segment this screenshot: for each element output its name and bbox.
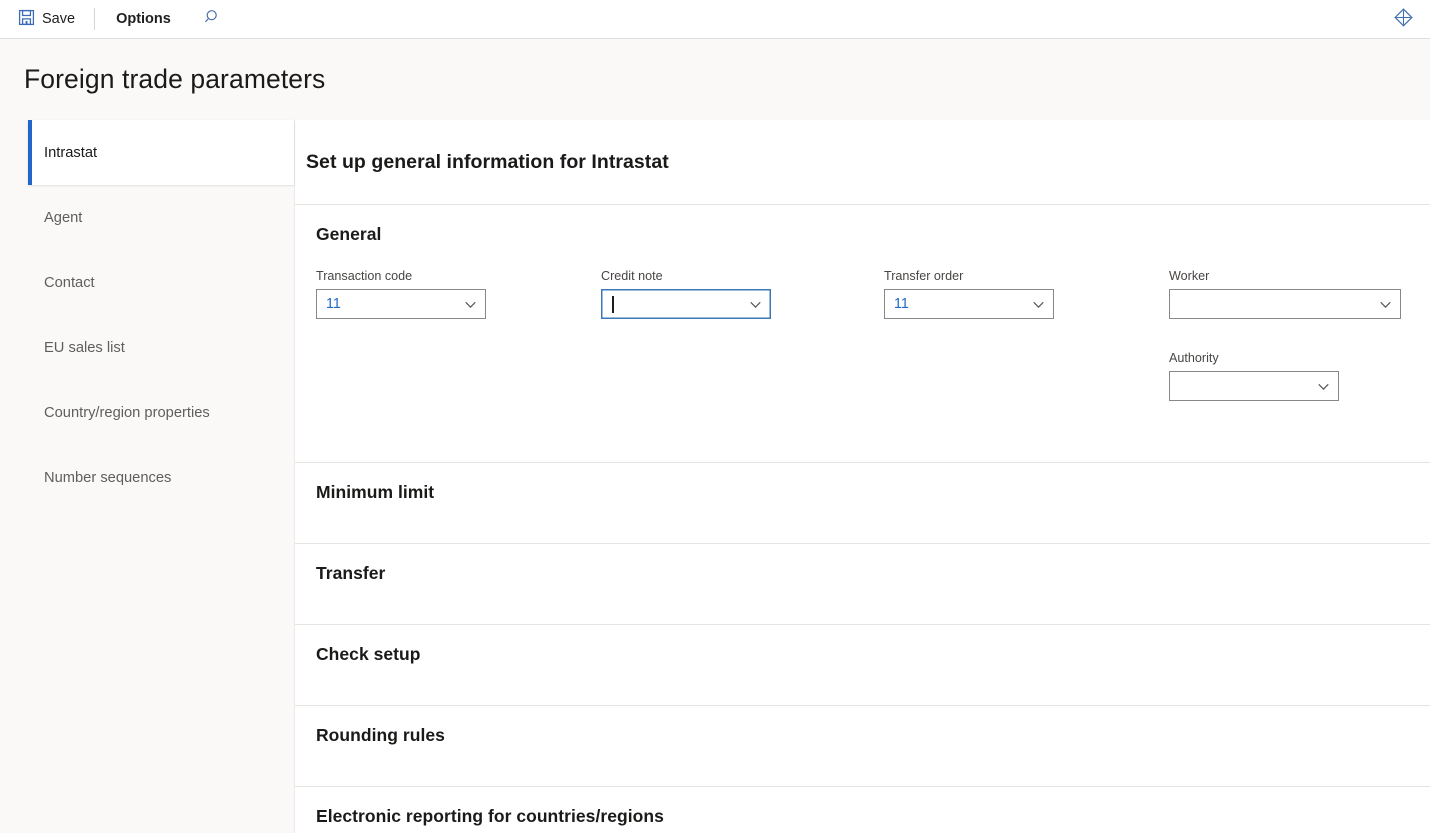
chevron-down-icon[interactable]: [1312, 380, 1334, 393]
text-caret: [612, 295, 614, 313]
field-transaction-code: Transaction code 11: [316, 268, 601, 401]
section-electronic-reporting-header[interactable]: Electronic reporting for countries/regio…: [306, 787, 1430, 833]
search-icon: [204, 8, 222, 31]
transfer-order-value: 11: [894, 296, 909, 312]
section-minimum-limit-header[interactable]: Minimum limit: [306, 463, 1430, 522]
transfer-order-input[interactable]: 11: [884, 289, 1054, 319]
field-label: Credit note: [601, 269, 663, 283]
section-general-header[interactable]: General: [306, 205, 1430, 245]
sidebar: Intrastat Agent Contact EU sales list Co…: [0, 120, 295, 833]
save-floppy-icon: [18, 9, 35, 30]
section-check-setup-header[interactable]: Check setup: [306, 625, 1430, 684]
field-credit-note: Credit note: [601, 268, 884, 401]
section-rounding-rules-header[interactable]: Rounding rules: [306, 706, 1430, 765]
field-group-worker-authority: Worker Authority: [1169, 268, 1429, 401]
field-authority: Authority: [1169, 350, 1429, 401]
sidebar-item-contact[interactable]: Contact: [0, 250, 294, 315]
field-worker: Worker: [1169, 268, 1429, 319]
save-button-label: Save: [42, 11, 76, 27]
field-label: Authority: [1169, 351, 1219, 365]
sidebar-item-intrastat[interactable]: Intrastat: [28, 120, 294, 185]
sidebar-item-agent[interactable]: Agent: [0, 185, 294, 250]
authority-input[interactable]: [1169, 371, 1339, 401]
sidebar-item-label: Intrastat: [44, 144, 98, 161]
main-content: Set up general information for Intrastat…: [295, 120, 1430, 833]
section-electronic-reporting: Electronic reporting for countries/regio…: [295, 786, 1430, 833]
options-button[interactable]: Options: [104, 4, 183, 35]
transaction-code-input[interactable]: 11: [316, 289, 486, 319]
field-label: Transaction code: [316, 269, 413, 283]
field-label: Worker: [1169, 269, 1210, 283]
sidebar-item-number-sequences[interactable]: Number sequences: [0, 445, 294, 510]
general-fields-row: Transaction code 11 Credit note Transfer…: [306, 245, 1430, 441]
transaction-code-value: 11: [326, 296, 341, 312]
page-title: Foreign trade parameters: [24, 64, 326, 94]
search-button[interactable]: [197, 4, 229, 35]
credit-note-input[interactable]: [601, 289, 771, 319]
sidebar-item-label: Country/region properties: [44, 404, 210, 421]
options-button-label: Options: [116, 11, 171, 27]
field-transfer-order: Transfer order 11: [884, 268, 1169, 401]
toolbar-right-group: [1386, 0, 1420, 39]
chevron-down-icon[interactable]: [459, 298, 481, 311]
main-heading: Set up general information for Intrastat: [306, 151, 669, 173]
chevron-down-icon[interactable]: [1027, 298, 1049, 311]
diamond-icon: [1393, 7, 1413, 32]
sidebar-item-label: Number sequences: [44, 469, 172, 486]
page-header: Foreign trade parameters: [0, 39, 1430, 120]
section-rounding-rules: Rounding rules: [295, 705, 1430, 765]
sidebar-item-eu-sales-list[interactable]: EU sales list: [0, 315, 294, 380]
section-check-setup: Check setup: [295, 624, 1430, 684]
section-transfer: Transfer: [295, 543, 1430, 603]
sidebar-item-label: Contact: [44, 274, 95, 291]
toolbar-separator: [94, 8, 96, 30]
worker-input[interactable]: [1169, 289, 1401, 319]
sidebar-item-label: Agent: [44, 209, 83, 226]
save-button[interactable]: Save: [8, 4, 85, 35]
chevron-down-icon[interactable]: [1374, 298, 1396, 311]
sidebar-item-label: EU sales list: [44, 339, 125, 356]
sidebar-item-country-region-properties[interactable]: Country/region properties: [0, 380, 294, 445]
page-body: Intrastat Agent Contact EU sales list Co…: [0, 120, 1430, 833]
section-general: General Transaction code 11 Credit note …: [295, 204, 1430, 441]
chevron-down-icon[interactable]: [744, 298, 766, 311]
section-transfer-header[interactable]: Transfer: [306, 544, 1430, 603]
field-label: Transfer order: [884, 269, 964, 283]
toolbar-left-group: Save Options: [8, 0, 229, 38]
section-minimum-limit: Minimum limit: [295, 462, 1430, 522]
diamond-button[interactable]: [1386, 4, 1420, 36]
top-toolbar: Save Options: [0, 0, 1430, 39]
